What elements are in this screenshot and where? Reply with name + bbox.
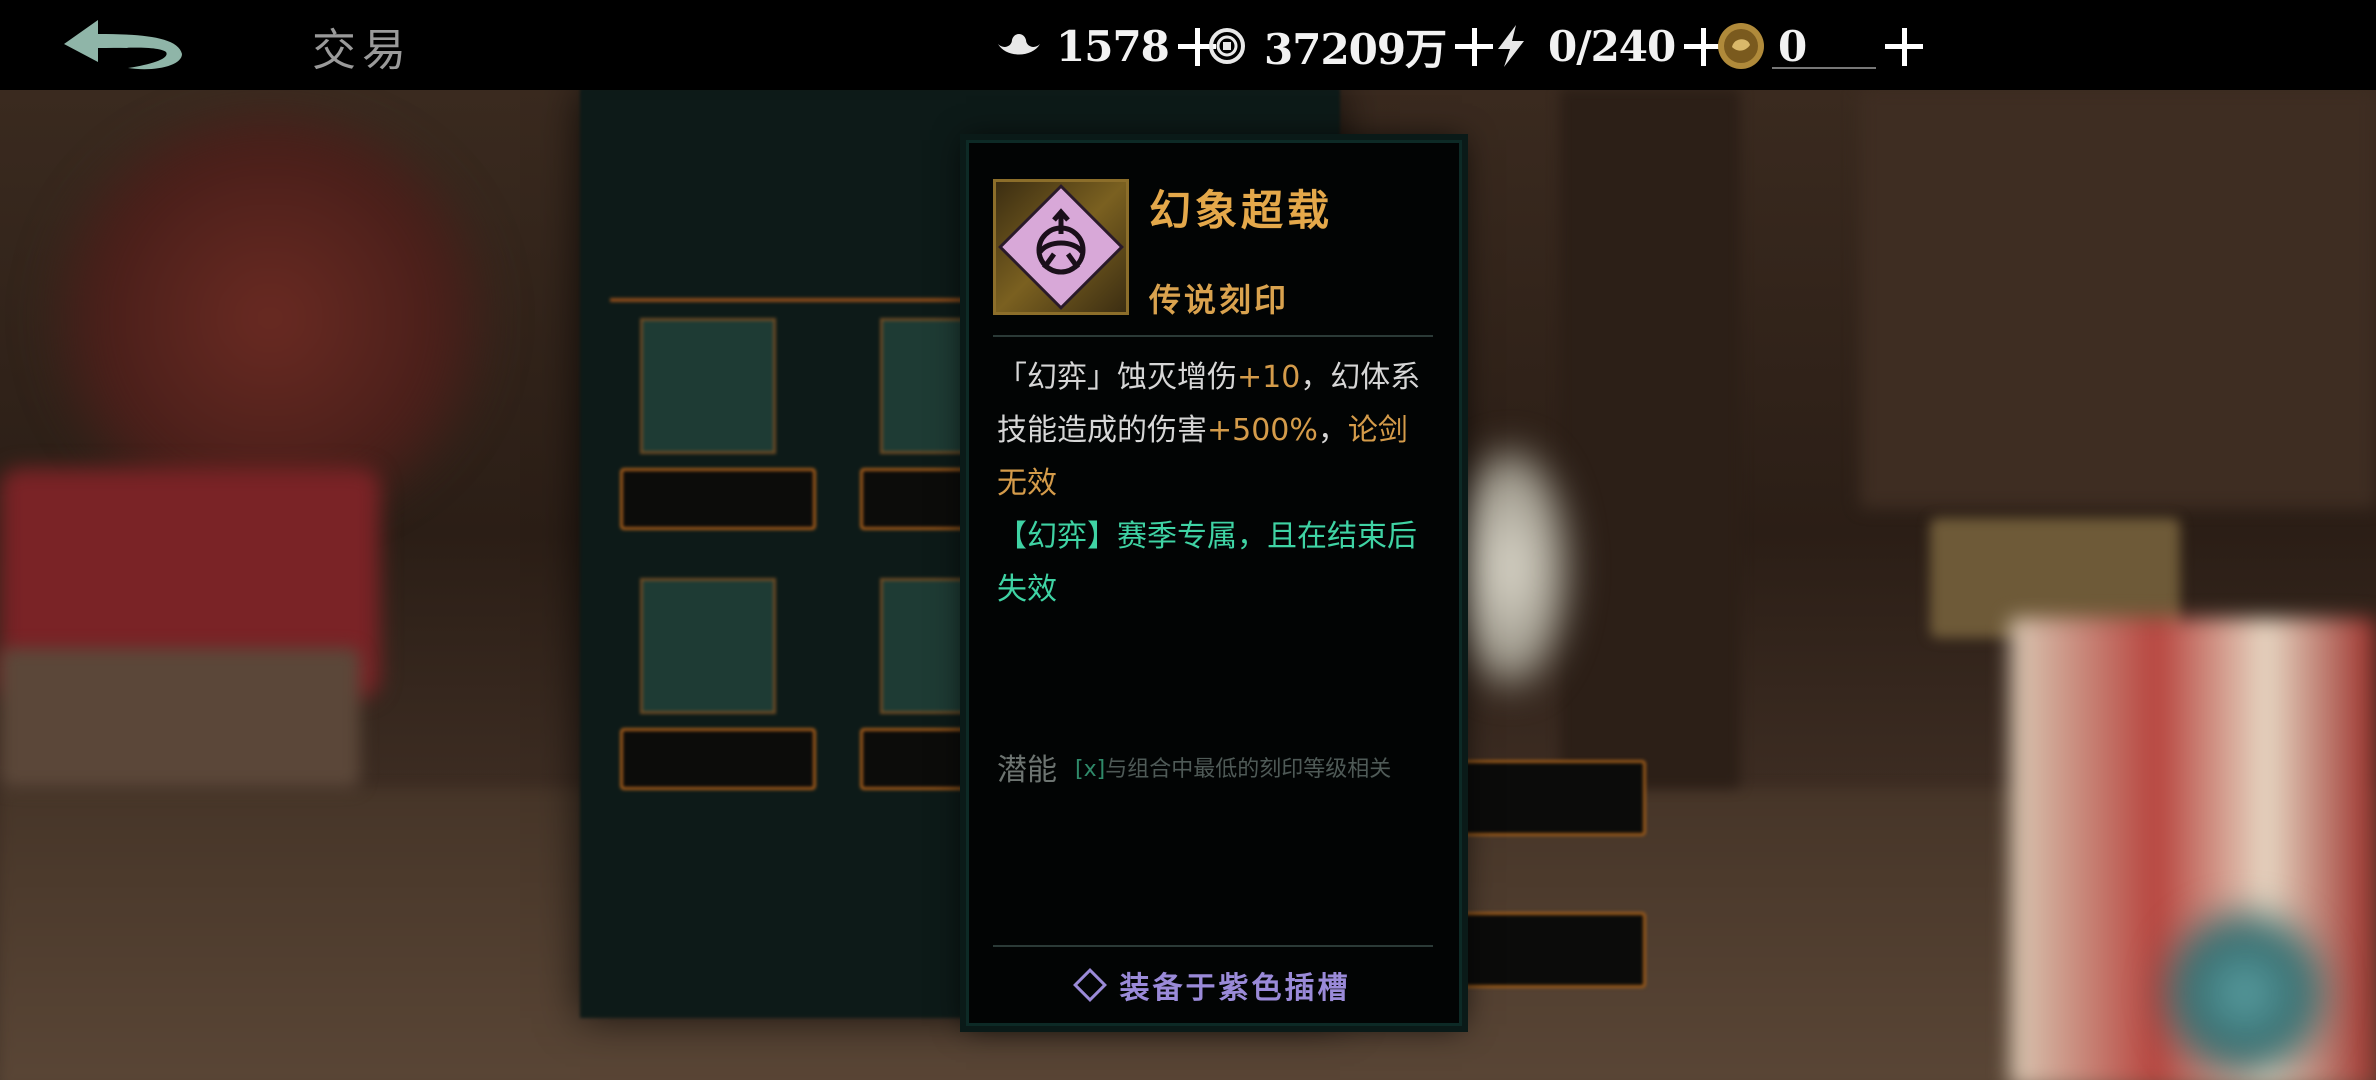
trade-item-slot[interactable] <box>640 318 776 454</box>
desc-value: +10 <box>1237 360 1301 395</box>
item-description: 「幻弈」蚀灭增伤+10，幻体系技能造成的伤害+500%，论剑无效 【幻弈】赛季专… <box>997 351 1427 616</box>
coins-value: 37209万 <box>1264 24 1447 74</box>
resource-coins: 37209万 <box>1202 18 1496 74</box>
diamond-icon <box>1072 968 1107 1002</box>
equip-text: 装备于紫色插槽 <box>1119 971 1351 1006</box>
potential-marker: [x] <box>1075 757 1106 782</box>
shelf <box>1860 88 2376 508</box>
desc-text: 「幻弈」蚀灭增伤 <box>997 360 1237 395</box>
resource-stamina: 0/240 <box>1486 18 1725 74</box>
item-name: 幻象超载 <box>1149 186 1334 235</box>
lightning-icon <box>1486 21 1536 71</box>
silver-value: 1578 <box>1056 21 1170 71</box>
side-table <box>0 648 360 788</box>
silver-ingot-icon <box>994 21 1044 71</box>
item-icon-frame <box>993 179 1129 315</box>
back-arrow-icon[interactable] <box>58 14 188 78</box>
jade-lamp <box>2160 908 2330 1078</box>
action-button[interactable] <box>1460 912 1646 988</box>
page-title: 交易 <box>312 25 412 76</box>
potential-desc: 与组合中最低的刻印等级相关 <box>1105 757 1392 782</box>
item-type: 传说刻印 <box>1149 281 1290 319</box>
trade-item-slot[interactable] <box>640 578 776 714</box>
vase <box>1450 448 1570 688</box>
trade-item-button[interactable] <box>620 728 816 790</box>
coin-icon <box>1202 21 1252 71</box>
gold-token-value: 0 <box>1772 21 1877 71</box>
desc-text: ， <box>1317 413 1348 448</box>
equip-slot-note: 装备于紫色插槽 <box>969 963 1459 1007</box>
item-tooltip: 幻象超载 传说刻印 「幻弈」蚀灭增伤+10，幻体系技能造成的伤害+500%，论剑… <box>966 140 1462 1026</box>
resource-silver: 1578 <box>994 18 1219 74</box>
wooden-pillar <box>1560 88 1740 788</box>
stamina-value: 0/240 <box>1548 21 1676 71</box>
value-underline <box>1772 66 1877 69</box>
resource-gold-token: 0 <box>1716 18 1926 74</box>
red-curtain <box>40 108 500 528</box>
add-gold-token-button[interactable] <box>1882 24 1926 68</box>
gold-token-number: 0 <box>1778 21 1807 71</box>
season-note: 【幻弈】赛季专属，且在结束后失效 <box>997 519 1417 607</box>
action-button[interactable] <box>1460 760 1646 836</box>
gold-token-icon <box>1716 21 1766 71</box>
potential-row: 潜能 [x]与组合中最低的刻印等级相关 <box>997 745 1391 789</box>
purple-sigil-icon <box>998 184 1124 310</box>
divider <box>993 945 1433 947</box>
potential-label: 潜能 <box>997 753 1057 788</box>
desc-value: +500% <box>1207 413 1318 448</box>
trade-item-button[interactable] <box>620 468 816 530</box>
potential-text: [x]与组合中最低的刻印等级相关 <box>1075 751 1391 783</box>
divider <box>993 335 1433 337</box>
top-bar: 交易 1578 37209万 0/240 0 <box>0 0 2376 90</box>
